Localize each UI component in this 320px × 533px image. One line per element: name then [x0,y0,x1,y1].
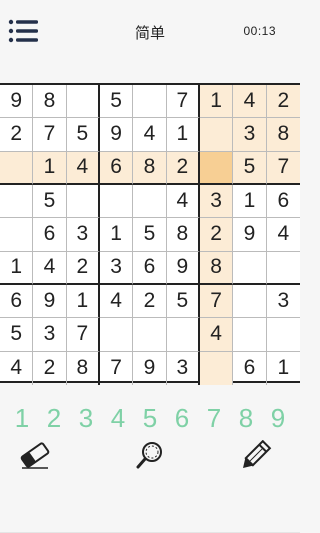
sudoku-cell[interactable]: 8 [199,251,234,285]
sudoku-cell[interactable]: 1 [33,151,67,185]
sudoku-cell[interactable]: 8 [133,151,167,185]
sudoku-cell[interactable]: 3 [266,285,300,319]
sudoku-cell[interactable]: 4 [266,218,300,252]
sudoku-cell[interactable] [99,184,134,219]
sudoku-cell[interactable]: 7 [100,351,134,385]
sudoku-cell[interactable]: 4 [233,85,267,119]
sudoku-cell[interactable]: 7 [33,118,67,152]
sudoku-cell[interactable]: 7 [199,284,234,319]
sudoku-cell[interactable]: 2 [266,85,300,119]
sudoku-cell[interactable] [66,184,100,219]
sudoku-cell[interactable]: 6 [99,151,134,185]
sudoku-cell[interactable]: 3 [99,251,134,285]
sudoku-cell[interactable]: 4 [66,151,100,185]
sudoku-cell[interactable]: 9 [33,284,67,319]
number-key-2[interactable]: 2 [39,403,69,439]
sudoku-cell[interactable] [266,252,300,285]
sudoku-cell[interactable]: 2 [133,284,167,319]
number-key-7[interactable]: 7 [199,403,229,439]
sudoku-cell[interactable] [233,251,267,285]
sudoku-cell[interactable]: 2 [199,218,234,252]
sudoku-cell[interactable]: 1 [199,85,234,119]
sudoku-cell[interactable]: 8 [166,218,200,252]
sudoku-cell[interactable]: 9 [0,85,34,119]
sudoku-cell[interactable]: 8 [67,351,100,385]
sudoku-cell[interactable]: 8 [266,118,300,152]
sudoku-cell[interactable]: 6 [266,185,300,219]
eraser-icon[interactable] [18,440,54,476]
sudoku-cell[interactable]: 2 [166,151,200,185]
sudoku-cell[interactable]: 9 [133,351,167,385]
sudoku-cell[interactable]: 3 [33,318,67,352]
sudoku-cell[interactable]: 3 [233,118,267,152]
sudoku-cell[interactable] [133,85,167,119]
sudoku-cell[interactable] [233,318,267,352]
sudoku-cell[interactable]: 4 [33,251,67,285]
pencil-icon[interactable] [238,440,274,476]
sudoku-cell[interactable]: 5 [0,318,34,352]
sudoku-cell[interactable] [133,318,167,352]
sudoku-cell[interactable]: 4 [0,351,34,385]
tool-bar [0,440,300,480]
sudoku-board: 9857142275941381468257543166315829414236… [0,83,300,385]
sudoku-cell[interactable]: 9 [166,251,200,285]
sudoku-cell[interactable]: 5 [66,118,100,152]
sudoku-cell[interactable]: 7 [66,318,100,352]
sudoku-cell[interactable] [0,184,34,219]
sudoku-cell[interactable]: 5 [166,284,200,319]
sudoku-cell[interactable]: 1 [267,352,300,385]
sudoku-cell[interactable]: 5 [233,151,267,185]
sudoku-cell[interactable]: 7 [166,85,200,119]
header: 简单 00:13 [0,0,300,62]
sudoku-cell[interactable]: 8 [33,85,67,119]
sudoku-cell[interactable]: 5 [99,85,134,119]
sudoku-cell[interactable] [66,85,100,119]
sudoku-cell[interactable] [0,151,34,185]
sudoku-cell[interactable]: 3 [66,218,100,252]
number-pad: 123456789 [0,403,300,439]
sudoku-cell[interactable]: 5 [133,218,167,252]
number-key-6[interactable]: 6 [167,403,197,439]
sudoku-cell[interactable]: 6 [0,284,34,319]
sudoku-cell[interactable]: 2 [33,351,67,385]
sudoku-cell[interactable]: 2 [0,118,34,152]
sudoku-cell[interactable] [266,318,300,352]
sudoku-cell[interactable]: 3 [167,351,200,385]
sudoku-cell[interactable] [99,318,134,352]
sudoku-cell[interactable] [233,284,267,319]
sudoku-cell[interactable]: 1 [0,251,34,285]
sudoku-cell[interactable] [0,218,34,252]
sudoku-cell[interactable]: 1 [66,284,100,319]
sudoku-cell[interactable]: 6 [133,251,167,285]
number-key-4[interactable]: 4 [103,403,133,439]
number-key-3[interactable]: 3 [71,403,101,439]
number-key-5[interactable]: 5 [135,403,165,439]
magnifier-icon[interactable] [134,440,170,476]
number-key-9[interactable]: 9 [263,403,293,439]
sudoku-cell[interactable]: 6 [33,218,67,252]
sudoku-cell[interactable]: 5 [33,184,67,219]
sudoku-cell[interactable]: 1 [166,118,200,152]
sudoku-cell[interactable]: 6 [233,351,267,385]
sudoku-cell[interactable]: 7 [266,151,300,185]
number-key-1[interactable]: 1 [7,403,37,439]
timer: 00:13 [243,24,276,38]
sudoku-cell[interactable]: 3 [199,184,234,219]
sudoku-cell[interactable]: 9 [99,118,134,152]
sudoku-cell[interactable] [166,318,200,352]
sudoku-cell[interactable]: 4 [99,284,134,319]
sudoku-cell[interactable] [199,118,234,152]
sudoku-cell[interactable]: 4 [133,118,167,152]
sudoku-cell[interactable]: 1 [99,218,134,252]
sudoku-cell[interactable] [199,351,234,385]
sudoku-cell[interactable]: 9 [233,218,267,252]
sudoku-cell[interactable]: 1 [233,184,267,219]
sudoku-cell[interactable] [133,184,167,219]
number-key-8[interactable]: 8 [231,403,261,439]
sudoku-cell[interactable]: 4 [199,318,234,352]
sudoku-cell[interactable]: 2 [66,251,100,285]
sudoku-cell[interactable]: 4 [166,184,200,219]
sudoku-cell[interactable] [199,151,234,185]
